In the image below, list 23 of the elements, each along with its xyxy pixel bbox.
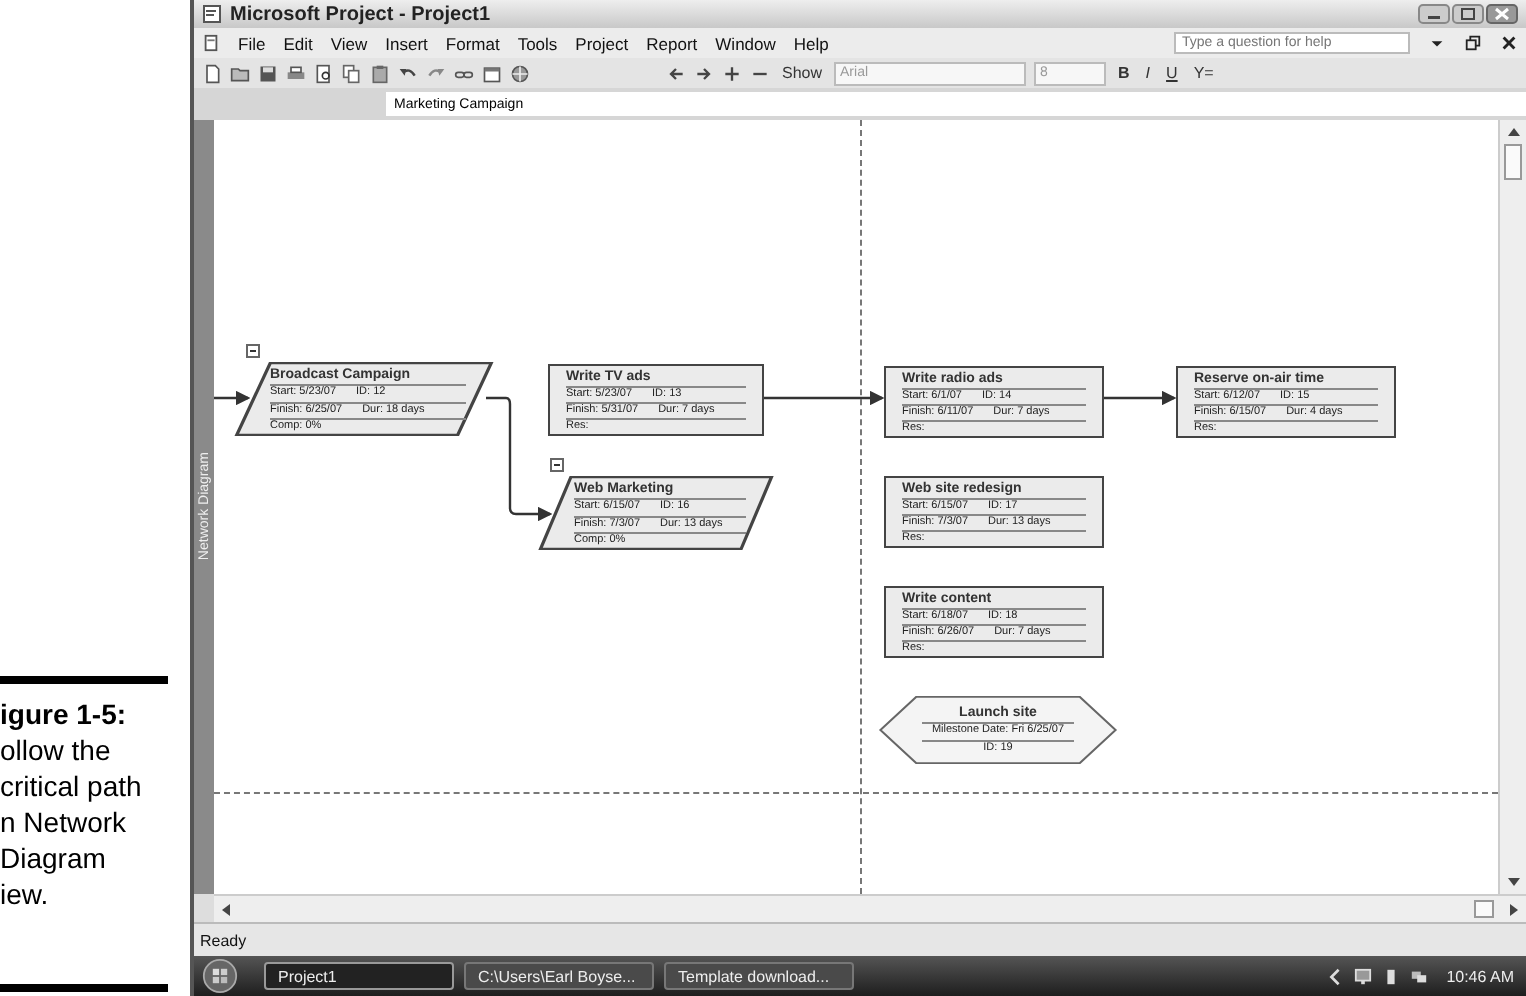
menu-item[interactable]: View — [330, 33, 368, 53]
taskbar-button[interactable]: C:\Users\Earl Boyse... — [464, 962, 654, 990]
menu-item[interactable]: Format — [445, 33, 500, 53]
italic-button[interactable]: I — [1141, 64, 1155, 82]
figure-caption-title: igure 1-5: — [0, 696, 129, 732]
figure-caption: ollow the critical path n Network Diagram iew. — [0, 732, 144, 912]
clock: 10:46 AM — [1446, 967, 1514, 985]
menu-item[interactable]: Project — [575, 33, 629, 53]
menu-item[interactable]: Insert — [385, 33, 428, 53]
menu-item[interactable]: Help — [793, 33, 829, 53]
menu-item[interactable]: Edit — [283, 33, 313, 53]
menu-item[interactable]: Window — [715, 33, 776, 53]
menu-item[interactable]: Tools — [517, 33, 558, 53]
filter-button[interactable]: Y= — [1189, 64, 1218, 82]
underline-button[interactable]: U — [1162, 64, 1182, 82]
bold-button[interactable]: B — [1114, 64, 1134, 82]
show-menu-button[interactable]: Show — [778, 64, 827, 82]
window-title: Microsoft Project - Project1 — [230, 3, 491, 25]
menu-item[interactable]: File — [238, 33, 266, 53]
menu-item[interactable]: Report — [646, 33, 698, 53]
status-text: Ready — [200, 931, 247, 949]
taskbar-button[interactable]: Project1 — [264, 962, 454, 990]
taskbar-button[interactable]: Template download... — [664, 962, 854, 990]
